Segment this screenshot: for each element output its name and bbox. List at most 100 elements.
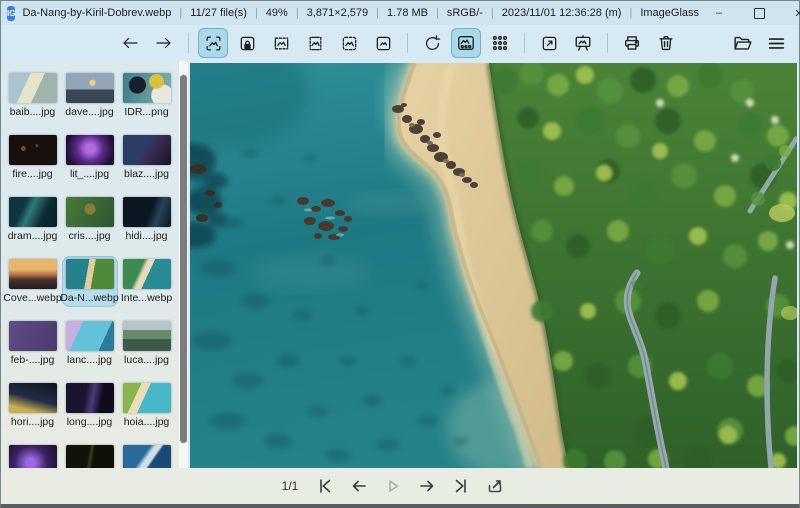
gallery-view-button[interactable] (485, 28, 515, 58)
thumbnail-filename: cris....jpg (68, 230, 111, 242)
refresh-icon (425, 34, 440, 50)
share-export-icon (489, 480, 502, 493)
minimize-button[interactable]: – (699, 1, 739, 25)
bottom-navigation-bar: 1/1 (1, 468, 799, 504)
thumbnail-filename: feb-....jpg (10, 354, 55, 366)
trash-icon (659, 36, 673, 51)
thumbnail-item[interactable]: hori....jpg (6, 381, 60, 430)
title-separator: | (436, 7, 439, 19)
thumbnail-filename: Inte...webp (120, 292, 173, 304)
thumbnail-item[interactable]: baib....jpg (6, 71, 60, 120)
main-image-aerial-beach (190, 63, 797, 468)
thumbnail-image (65, 383, 114, 413)
toolbar-separator (407, 33, 408, 53)
titlebar: IG Da-Nang-by-Kiril-Dobrev.webp | 11/27 … (1, 1, 800, 25)
thumbnail-item[interactable] (120, 443, 174, 468)
scrollbar-thumb[interactable] (180, 75, 187, 443)
thumbnail-item[interactable]: blaz....jpg (120, 133, 174, 182)
thumbnail-filename: hidi....jpg (125, 230, 168, 242)
fullscreen-icon (542, 36, 556, 50)
title-separator: | (179, 7, 183, 19)
close-button[interactable]: ✕ (779, 1, 800, 25)
thumbnail-item-selected[interactable]: Da-N...webp (60, 257, 119, 306)
main-image-viewer[interactable] (190, 63, 797, 468)
thumbnail-item[interactable]: feb-....jpg (6, 319, 60, 368)
play-slideshow-button[interactable] (380, 473, 406, 499)
zoom-auto-button[interactable] (198, 28, 228, 58)
thumbnail-item[interactable]: hoia....jpg (120, 381, 174, 430)
thumbnail-image (65, 445, 114, 468)
thumbnail-item[interactable]: fire....jpg (6, 133, 60, 182)
thumbnail-image (8, 321, 57, 351)
next-image-button[interactable] (414, 473, 440, 499)
scale-to-height-icon (309, 36, 321, 50)
thumbnail-image (8, 73, 57, 103)
print-button[interactable] (617, 28, 647, 58)
title-filesize: 1.78 MB (387, 7, 428, 19)
thumbnail-bar-icon (458, 36, 474, 50)
thumbnail-item[interactable]: Cove...webp (3, 257, 62, 306)
thumbnail-item[interactable]: dave....jpg (63, 71, 117, 120)
open-file-button[interactable] (727, 28, 757, 58)
zoom-auto-icon (205, 35, 221, 51)
back-button[interactable] (115, 28, 145, 58)
thumbnail-item[interactable]: long....jpg (63, 381, 117, 430)
scale-to-height-button[interactable] (300, 28, 330, 58)
last-page-button[interactable] (448, 473, 474, 499)
hamburger-menu-icon (768, 37, 784, 49)
thumbnail-image (65, 135, 114, 165)
forward-button[interactable] (149, 28, 179, 58)
scale-to-fit-button[interactable] (334, 28, 364, 58)
first-page-button[interactable] (312, 473, 338, 499)
fullscreen-button[interactable] (534, 28, 564, 58)
thumbnail-filename: baib....jpg (9, 106, 56, 118)
toolbar-separator (524, 33, 525, 53)
previous-image-button[interactable] (346, 473, 372, 499)
thumbnail-item[interactable]: cris....jpg (63, 195, 117, 244)
thumbnail-item[interactable]: lanc....jpg (63, 319, 117, 368)
title-separator: | (629, 7, 633, 19)
title-separator: | (490, 7, 494, 19)
title-datetime: 2023/11/01 12:36:28 (m) (501, 7, 622, 19)
print-icon (625, 36, 639, 50)
thumbnail-filename: long....jpg (66, 416, 113, 428)
zoom-lock-icon (240, 36, 254, 50)
thumbnail-item[interactable]: luca....jpg (120, 319, 174, 368)
thumbnail-image (122, 321, 171, 351)
slideshow-button[interactable] (568, 28, 598, 58)
toolbar (1, 25, 799, 61)
thumbnail-item[interactable] (63, 443, 117, 468)
thumbnail-image (122, 445, 171, 468)
zoom-lock-button[interactable] (232, 28, 262, 58)
thumbnail-item[interactable]: lit_....jpg (63, 133, 117, 182)
thumbnail-item[interactable]: Inte...webp (120, 257, 174, 306)
scale-to-fill-icon (376, 36, 390, 50)
sidebar-scrollbar[interactable] (179, 61, 188, 468)
thumbnail-item[interactable] (6, 443, 60, 468)
thumbnail-image (8, 445, 57, 468)
thumbnail-item[interactable]: hidi....jpg (120, 195, 174, 244)
thumbnail-item[interactable]: dram....jpg (6, 195, 60, 244)
thumbnail-image (8, 135, 57, 165)
imageglass-logo-icon: IG (7, 5, 16, 21)
refresh-button[interactable] (417, 28, 447, 58)
share-export-button[interactable] (482, 473, 508, 499)
gallery-grid-icon (492, 35, 508, 51)
thumbnail-image (65, 259, 114, 289)
thumbnail-image (65, 73, 114, 103)
thumbnail-image (8, 197, 57, 227)
thumbnail-item[interactable]: IDR...png (120, 71, 174, 120)
maximize-button[interactable] (739, 1, 779, 25)
main-menu-button[interactable] (761, 28, 791, 58)
scale-to-width-button[interactable] (266, 28, 296, 58)
thumbnail-filename: luca....jpg (124, 354, 169, 366)
thumbnail-image (122, 383, 171, 413)
thumbnail-bar-button[interactable] (451, 28, 481, 58)
delete-button[interactable] (651, 28, 681, 58)
scale-to-fill-button[interactable] (368, 28, 398, 58)
maximize-icon (753, 7, 765, 19)
thumbnail-image (65, 197, 114, 227)
thumbnail-image (8, 383, 57, 413)
title-dimensions: 3,871×2,579 (306, 7, 369, 19)
thumbnail-filename: hoia....jpg (123, 416, 170, 428)
